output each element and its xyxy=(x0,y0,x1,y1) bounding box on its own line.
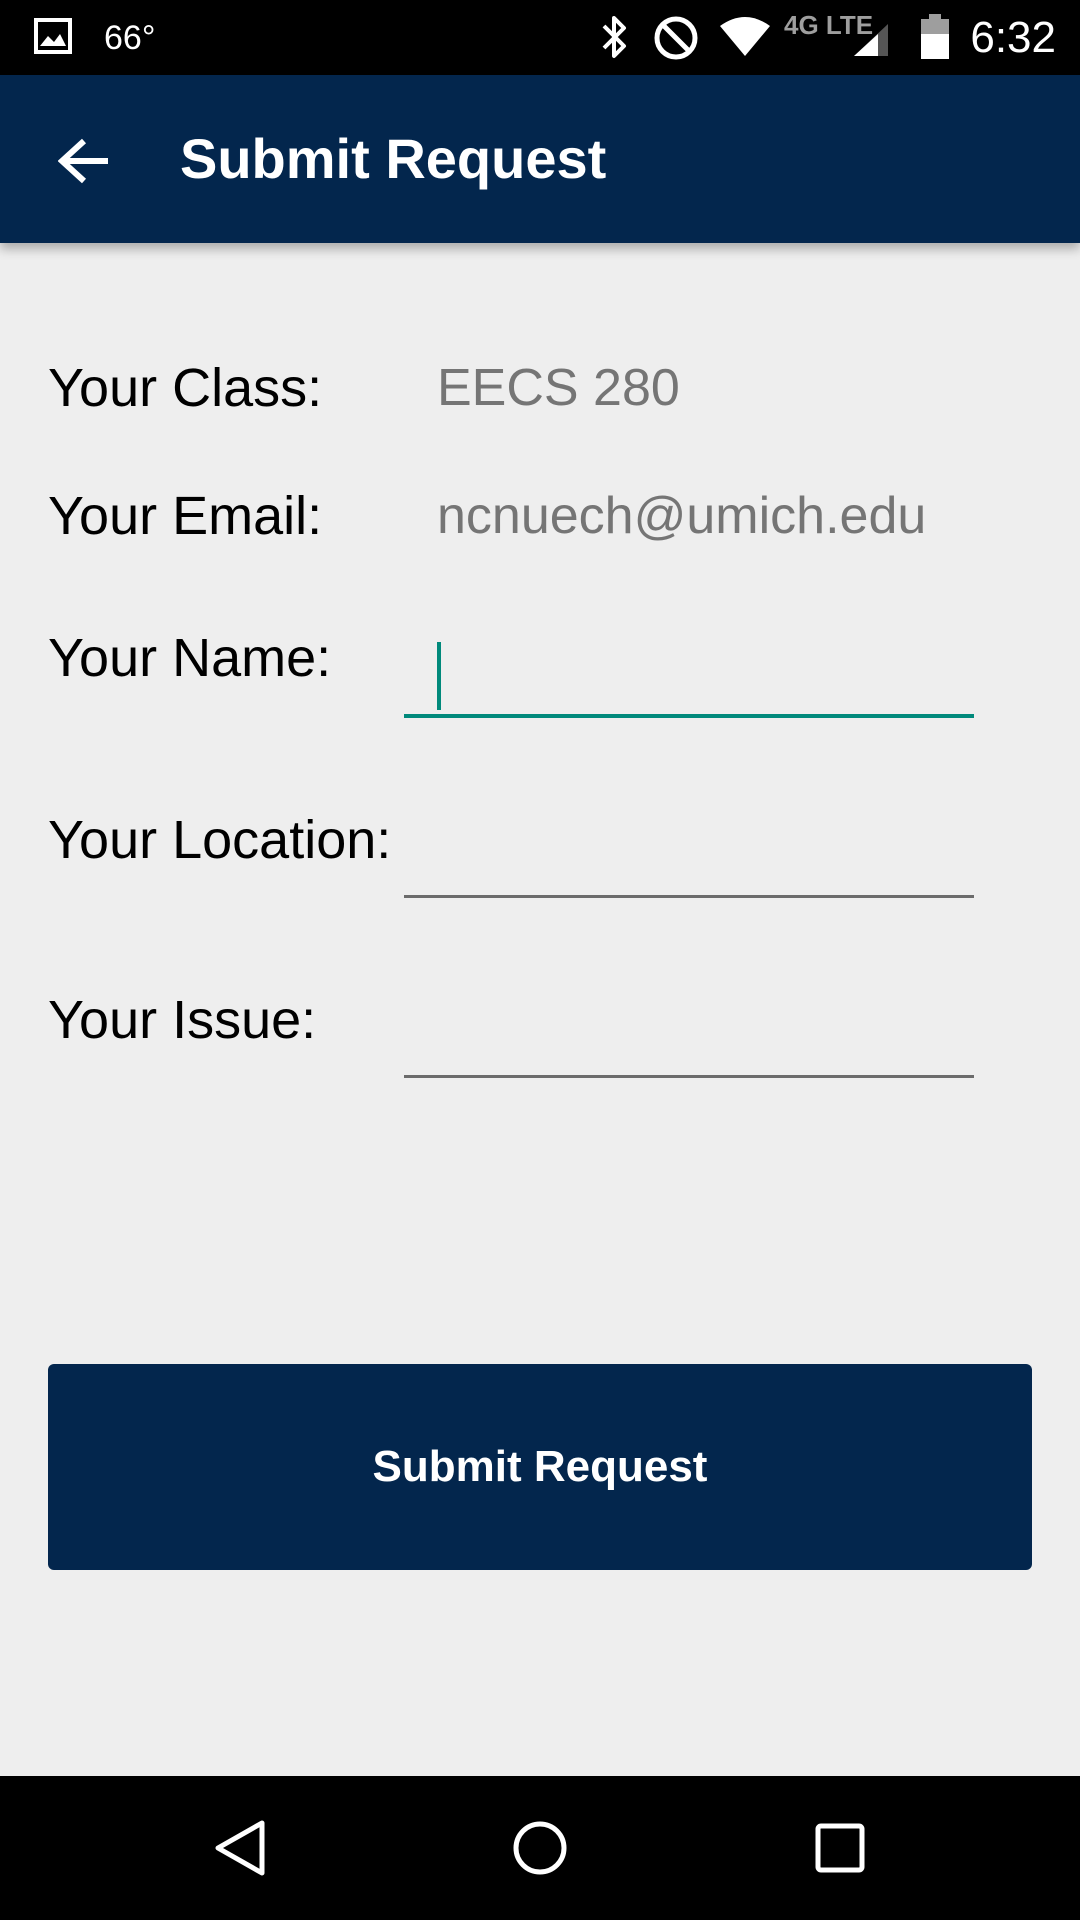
bluetooth-icon xyxy=(598,14,630,60)
class-label: Your Class: xyxy=(48,358,323,418)
location-field-underline xyxy=(404,895,974,898)
arrow-back-icon xyxy=(58,138,108,184)
location-input[interactable] xyxy=(437,826,957,890)
image-icon xyxy=(34,18,72,54)
name-field-underline xyxy=(404,714,974,718)
location-field[interactable] xyxy=(404,818,974,898)
email-label: Your Email: xyxy=(48,486,323,546)
issue-field-underline xyxy=(404,1075,974,1078)
back-button[interactable] xyxy=(44,121,124,201)
nav-recents-button[interactable] xyxy=(790,1798,890,1898)
text-cursor xyxy=(437,642,441,710)
status-bar: 66° 4G LTE 6:32 xyxy=(0,0,1080,75)
back-triangle-icon xyxy=(215,1820,265,1876)
submit-request-button[interactable]: Submit Request xyxy=(48,1364,1032,1570)
class-value: EECS 280 xyxy=(437,359,680,417)
issue-label: Your Issue: xyxy=(48,990,317,1050)
name-field[interactable] xyxy=(404,638,974,718)
screen: 66° 4G LTE 6:32 Submit Request Your Clas… xyxy=(0,0,1080,1920)
page-title: Submit Request xyxy=(180,127,607,190)
app-bar: Submit Request xyxy=(0,75,1080,243)
location-label: Your Location: xyxy=(48,810,392,870)
temperature-text: 66° xyxy=(104,19,156,57)
clock-text: 6:32 xyxy=(970,13,1056,62)
nav-back-button[interactable] xyxy=(190,1798,290,1898)
signal-icon xyxy=(852,22,890,58)
battery-icon xyxy=(920,14,950,60)
name-label: Your Name: xyxy=(48,628,332,688)
do-not-disturb-icon xyxy=(652,14,700,62)
nav-home-button[interactable] xyxy=(490,1798,590,1898)
navigation-bar xyxy=(0,1776,1080,1920)
home-circle-icon xyxy=(513,1821,567,1875)
recents-square-icon xyxy=(815,1823,865,1873)
email-value: ncnuech@umich.edu xyxy=(437,487,927,545)
wifi-icon xyxy=(718,14,772,58)
name-input[interactable] xyxy=(437,646,957,710)
issue-input[interactable] xyxy=(437,1006,957,1070)
issue-field[interactable] xyxy=(404,998,974,1078)
